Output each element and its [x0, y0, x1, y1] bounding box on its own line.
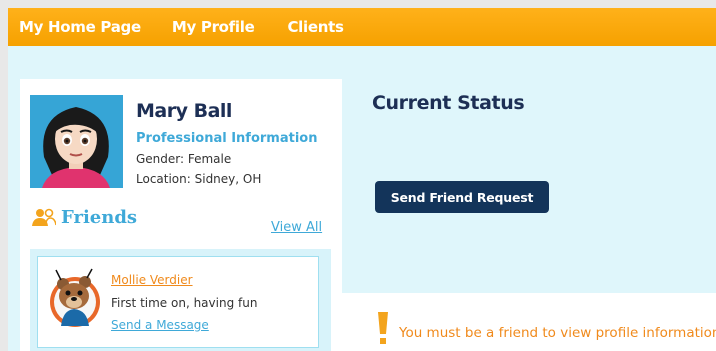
nav-item-my-profile[interactable]: My Profile [172, 18, 255, 36]
nav-item-clients[interactable]: Clients [287, 18, 343, 36]
friend-avatar [47, 268, 103, 328]
profile-location: Location: Sidney, OH [136, 172, 262, 186]
user-avatar [30, 95, 123, 188]
window-top-edge [0, 0, 716, 8]
friends-heading: Friends [61, 207, 138, 228]
window-left-edge [0, 0, 8, 351]
current-status-heading: Current Status [372, 92, 525, 114]
send-friend-request-button[interactable]: Send Friend Request [375, 181, 549, 213]
professional-information-heading: Professional Information [136, 131, 318, 146]
top-navigation-bar: My Home Page My Profile Clients [8, 8, 716, 46]
view-all-friends-link[interactable]: View All [271, 220, 322, 235]
friend-status-text: First time on, having fun [111, 296, 258, 310]
friend-name-link[interactable]: Mollie Verdier [111, 273, 193, 287]
notice-area [342, 293, 716, 351]
nav-item-my-home-page[interactable]: My Home Page [19, 18, 141, 36]
friend-required-warning: You must be a friend to view profile inf… [399, 325, 716, 341]
exclamation-icon [376, 312, 390, 346]
profile-name: Mary Ball [136, 100, 232, 122]
friends-icon [32, 208, 57, 230]
profile-gender: Gender: Female [136, 152, 232, 166]
send-message-link[interactable]: Send a Message [111, 318, 209, 332]
